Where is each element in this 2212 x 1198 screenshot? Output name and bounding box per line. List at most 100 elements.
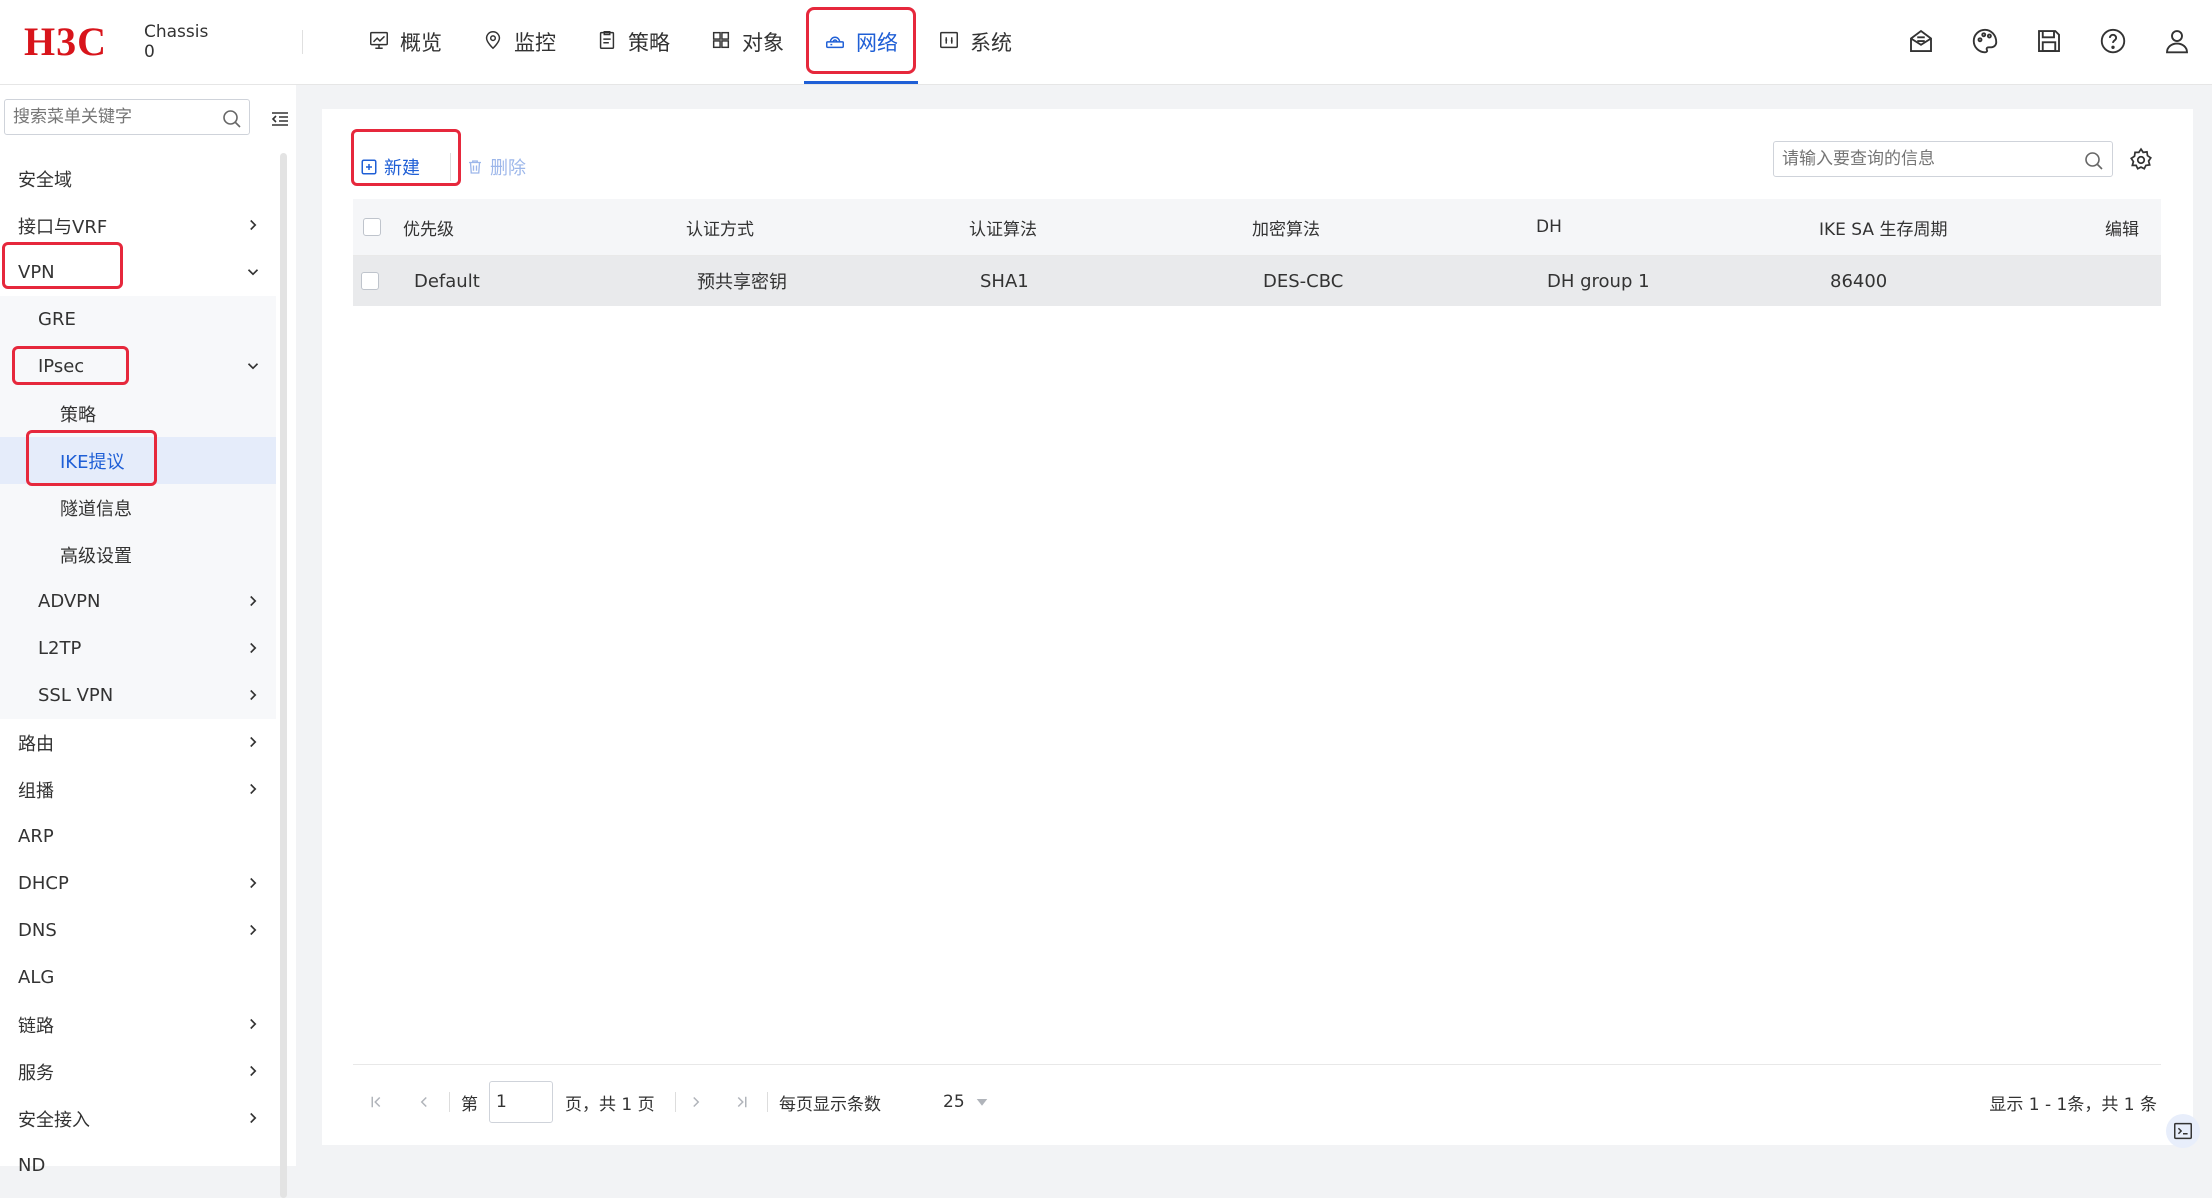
nav-network[interactable]: 网络 [804, 0, 918, 84]
search-icon[interactable] [2082, 149, 2106, 173]
last-page-button[interactable] [733, 1080, 751, 1124]
terminal-glyph-icon [2174, 1122, 2192, 1140]
sidebar-item-alg[interactable]: ALG [0, 954, 276, 1001]
sidebar-item-routing[interactable]: 路由 [0, 719, 276, 766]
menu-search-input[interactable] [4, 99, 250, 135]
sidebar-item-dhcp[interactable]: DHCP [0, 860, 276, 907]
nav-network-label: 网络 [856, 31, 898, 55]
page-number-input[interactable] [489, 1081, 553, 1123]
sidebar-item-label: 策略 [60, 404, 96, 426]
chevron-right-icon [250, 783, 257, 795]
page-input-wrap [489, 1080, 553, 1124]
chevron-right-icon [250, 595, 257, 607]
dashboard-icon [368, 29, 390, 56]
sidebar-item-label: 链路 [18, 1015, 54, 1037]
sidebar-item-label: 安全域 [18, 169, 72, 191]
cell-auth-method: 预共享密钥 [697, 272, 787, 293]
first-page-icon [371, 1096, 381, 1108]
pager-separator [675, 1092, 676, 1112]
pager-divider [353, 1064, 2161, 1065]
sidebar-item-l2tp[interactable]: L2TP [0, 625, 276, 672]
next-page-button[interactable] [687, 1080, 705, 1124]
save-icon[interactable] [2034, 26, 2064, 60]
search-icon[interactable] [220, 107, 244, 131]
sidebar-item-link[interactable]: 链路 [0, 1001, 276, 1048]
collapse-menu-icon[interactable] [268, 107, 292, 131]
main-nav: 概览 监控 策略 对象 网络 系统 [348, 0, 1032, 84]
chevron-right-icon [250, 1112, 257, 1124]
sidebar-item-label: L2TP [38, 638, 82, 659]
per-page-select[interactable]: 25 [943, 1080, 991, 1124]
policy-icon [596, 29, 618, 56]
pagination: 第 页，共 1 页 每页显示条数 25 显示 1 - 1条，共 1 条 [353, 1080, 2161, 1124]
sidebar-item-label: SSL VPN [38, 685, 114, 706]
table-header: 优先级 认证方式 认证算法 加密算法 DH IKE SA 生存周期 编辑 [353, 199, 2161, 256]
terminal-icon[interactable] [2166, 1114, 2200, 1148]
sidebar-item-label: 高级设置 [60, 545, 132, 567]
sidebar-item-security-zone[interactable]: 安全域 [0, 155, 276, 202]
chevron-right-icon [250, 219, 257, 231]
page-suffix: 页，共 1 页 [565, 1094, 655, 1115]
table-search-input[interactable] [1773, 141, 2113, 177]
col-encryption-algorithm[interactable]: 加密算法 [1252, 215, 1320, 240]
col-ike-sa-lifetime[interactable]: IKE SA 生存周期 [1819, 215, 1947, 240]
table-row[interactable]: Default 预共享密钥 SHA1 DES-CBC DH group 1 86… [353, 256, 2161, 306]
chassis-label: Chassis 0 [144, 22, 208, 62]
nav-object[interactable]: 对象 [690, 0, 804, 84]
sidebar-item-label: DHCP [18, 873, 69, 894]
sidebar-item-label: ARP [18, 826, 54, 847]
col-dh[interactable]: DH [1536, 217, 1562, 237]
sidebar-item-multicast[interactable]: 组播 [0, 766, 276, 813]
chevron-right-icon [250, 1018, 257, 1030]
delete-button-label: 删除 [490, 158, 526, 179]
chevron-left-icon [420, 1096, 427, 1108]
sidebar-item-label: 隧道信息 [60, 498, 132, 520]
sidebar-item-service[interactable]: 服务 [0, 1048, 276, 1095]
sidebar-item-security-access[interactable]: 安全接入 [0, 1095, 276, 1142]
prev-page-button[interactable] [415, 1080, 433, 1124]
first-page-button[interactable] [367, 1080, 385, 1124]
sidebar-item-label: 服务 [18, 1062, 54, 1084]
col-priority[interactable]: 优先级 [403, 215, 454, 240]
sidebar-item-dns[interactable]: DNS [0, 907, 276, 954]
new-button[interactable]: 新建 [352, 149, 428, 185]
sidebar-scrollbar[interactable] [280, 153, 287, 1198]
highlight-ike-proposal [26, 430, 157, 486]
sidebar-item-gre[interactable]: GRE [0, 296, 276, 343]
theme-icon[interactable] [1970, 26, 2000, 60]
nav-system-label: 系统 [970, 31, 1012, 55]
sidebar-item-label: 安全接入 [18, 1109, 90, 1131]
nav-overview[interactable]: 概览 [348, 0, 462, 84]
select-all-checkbox[interactable] [363, 218, 381, 236]
sidebar-item-arp[interactable]: ARP [0, 813, 276, 860]
sidebar-item-label: ADVPN [38, 591, 101, 612]
sidebar-menu: 安全域 接口与VRF VPN GRE IPsec 策略 IKE提议 隧道信息 高… [0, 155, 276, 1176]
col-auth-method[interactable]: 认证方式 [686, 215, 754, 240]
sidebar-item-advpn[interactable]: ADVPN [0, 578, 276, 625]
chevron-right-icon [693, 1096, 700, 1108]
col-auth-algorithm[interactable]: 认证算法 [969, 215, 1037, 240]
logo-divider [302, 30, 303, 54]
trash-icon [469, 160, 481, 174]
nav-monitor[interactable]: 监控 [462, 0, 576, 84]
nav-policy[interactable]: 策略 [576, 0, 690, 84]
sidebar-item-label: 组播 [18, 780, 54, 802]
system-icon [938, 29, 960, 56]
message-icon[interactable] [1906, 26, 1936, 60]
sidebar-item-ssl-vpn[interactable]: SSL VPN [0, 672, 276, 719]
highlight-ipsec [12, 346, 129, 385]
sidebar-item-nd[interactable]: ND [0, 1142, 276, 1176]
user-icon[interactable] [2162, 26, 2192, 60]
delete-button[interactable]: 删除 [466, 149, 526, 185]
top-bar: H3C Chassis 0 概览 监控 策略 对象 网络 系统 [0, 0, 2212, 85]
row-checkbox[interactable] [361, 272, 379, 290]
pager-separator [767, 1092, 768, 1112]
toolbar-divider [450, 153, 451, 181]
pager-separator [449, 1092, 450, 1112]
sidebar-item-tunnel-info[interactable]: 隧道信息 [0, 484, 276, 531]
gear-icon[interactable] [2128, 147, 2154, 173]
nav-system[interactable]: 系统 [918, 0, 1032, 84]
help-icon[interactable] [2098, 26, 2128, 60]
chevron-down-icon [247, 269, 259, 276]
sidebar-item-advanced-settings[interactable]: 高级设置 [0, 531, 276, 578]
